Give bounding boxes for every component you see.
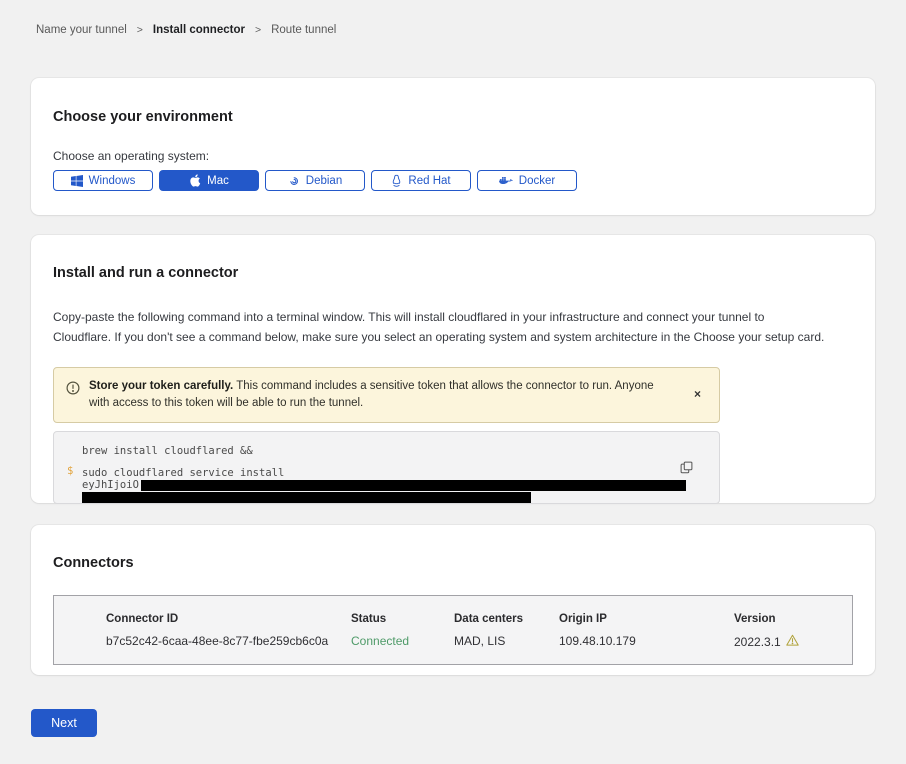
col-header-version: Version [734, 613, 852, 634]
os-button-label: Mac [207, 175, 229, 187]
version-number: 2022.3.1 [734, 635, 781, 649]
status-badge: Connected [351, 634, 454, 649]
terminal-line-service-install: sudo cloudflared service install [82, 467, 691, 479]
copy-icon[interactable] [678, 459, 695, 479]
data-centers-value: MAD, LIS [454, 634, 559, 649]
table-header-row: Connector ID Status Data centers Origin … [106, 613, 852, 634]
breadcrumb-name-your-tunnel[interactable]: Name your tunnel [36, 24, 127, 36]
environment-card-title: Choose your environment [53, 109, 853, 125]
debian-logo-icon [288, 175, 300, 187]
connector-id-value: b7c52c42-6caa-48ee-8c77-fbe259cb6c0a [106, 634, 351, 649]
connectors-card: Connectors Connector ID Status Data cent… [31, 525, 875, 675]
connectors-card-title: Connectors [53, 555, 853, 571]
alert-circle-icon [66, 381, 80, 398]
warning-triangle-icon [786, 634, 799, 649]
token-redaction-bar [141, 480, 686, 491]
os-button-group: Windows Mac Debian Red Hat Docker [53, 170, 853, 191]
breadcrumb-separator: > [137, 24, 143, 36]
token-redaction-bar [82, 492, 531, 503]
terminal-token-line: eyJhIjoiO [82, 479, 691, 491]
token-warning-title: Store your token carefully. [89, 380, 233, 392]
os-button-debian[interactable]: Debian [265, 170, 365, 191]
breadcrumb-install-connector[interactable]: Install connector [153, 24, 245, 36]
os-button-label: Red Hat [408, 175, 450, 187]
col-header-data-centers: Data centers [454, 613, 559, 634]
breadcrumb: Name your tunnel > Install connector > R… [36, 24, 906, 36]
close-icon[interactable]: × [690, 386, 705, 402]
apple-logo-icon [189, 174, 201, 187]
token-prefix: eyJhIjoiO [82, 479, 139, 491]
environment-card: Choose your environment Choose an operat… [31, 78, 875, 215]
windows-logo-icon [71, 175, 83, 187]
col-header-origin-ip: Origin IP [559, 613, 734, 634]
terminal-command-block: brew install cloudflared && $ sudo cloud… [53, 431, 720, 504]
install-instructions: Copy-paste the following command into a … [53, 307, 853, 347]
breadcrumb-separator: > [255, 24, 261, 36]
docker-whale-icon [499, 175, 513, 186]
os-button-windows[interactable]: Windows [53, 170, 153, 191]
install-card-title: Install and run a connector [53, 265, 853, 281]
linux-penguin-icon [391, 174, 402, 187]
terminal-line-brew: brew install cloudflared && [82, 445, 691, 457]
os-button-docker[interactable]: Docker [477, 170, 577, 191]
os-button-label: Windows [89, 175, 136, 187]
os-button-label: Docker [519, 175, 555, 187]
connectors-table: Connector ID Status Data centers Origin … [53, 595, 853, 665]
os-button-mac[interactable]: Mac [159, 170, 259, 191]
os-button-redhat[interactable]: Red Hat [371, 170, 471, 191]
col-header-status: Status [351, 613, 454, 634]
col-header-connector-id: Connector ID [106, 613, 351, 634]
os-select-label: Choose an operating system: [53, 149, 853, 163]
next-button[interactable]: Next [31, 709, 97, 737]
breadcrumb-route-tunnel[interactable]: Route tunnel [271, 24, 336, 36]
version-value: 2022.3.1 [734, 634, 852, 649]
table-row: b7c52c42-6caa-48ee-8c77-fbe259cb6c0a Con… [106, 634, 852, 649]
token-warning-text: Store your token carefully. This command… [89, 378, 667, 412]
origin-ip-value: 109.48.10.179 [559, 634, 734, 649]
shell-prompt: $ [67, 465, 73, 477]
install-connector-card: Install and run a connector Copy-paste t… [31, 235, 875, 503]
token-warning-banner: Store your token carefully. This command… [53, 367, 720, 423]
os-button-label: Debian [306, 175, 342, 187]
